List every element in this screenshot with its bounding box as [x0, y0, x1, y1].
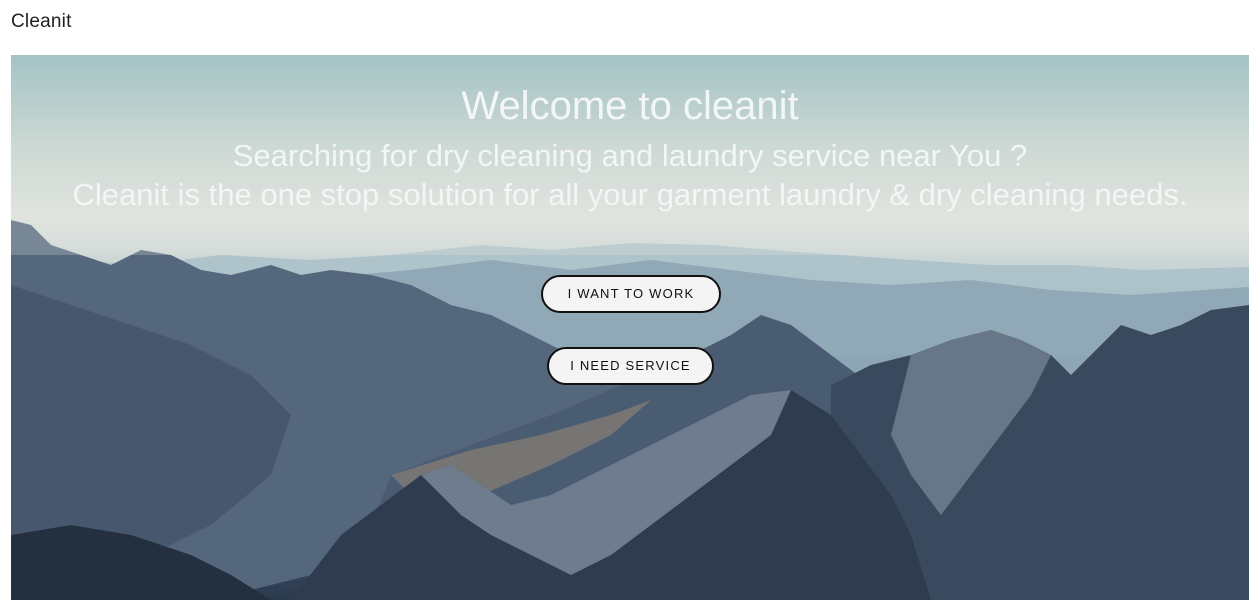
- need-service-button[interactable]: I NEED SERVICE: [547, 347, 714, 385]
- hero-title: Welcome to cleanit: [461, 84, 799, 128]
- hero-section: Welcome to cleanit Searching for dry cle…: [11, 55, 1249, 600]
- hero-tagline: Cleanit is the one stop solution for all…: [72, 177, 1188, 212]
- want-to-work-button[interactable]: I WANT TO WORK: [541, 275, 721, 313]
- hero-subtitle: Searching for dry cleaning and laundry s…: [232, 138, 1028, 173]
- top-navbar: Cleanit: [0, 0, 1249, 55]
- brand-logo-text[interactable]: Cleanit: [11, 11, 72, 33]
